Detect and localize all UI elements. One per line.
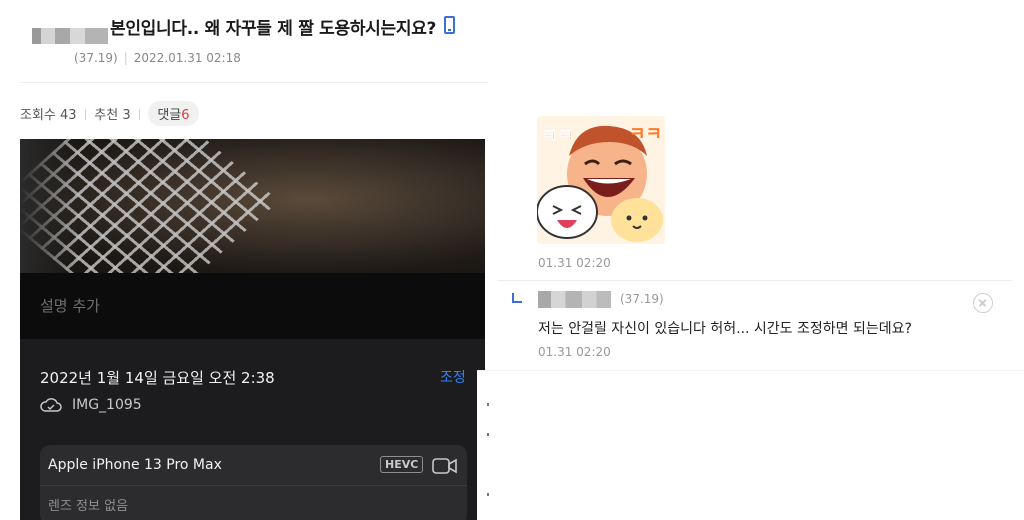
post-header: 본인입니다.. 왜 자꾸들 제 짤 도용하시는지요? (37.19) | 2022.… <box>0 0 490 82</box>
comment-label: 댓글 <box>157 108 182 123</box>
photo-preview <box>20 139 485 330</box>
post-title[interactable]: 본인입니다.. 왜 자꾸들 제 짤 도용하시는지요? <box>110 14 436 39</box>
video-camera-icon <box>432 458 457 474</box>
header-divider <box>20 82 488 83</box>
add-description-label: 설명 추가 <box>40 297 100 315</box>
post-stats: 조회수 43 | 추천 3 | 댓글6 <box>20 101 199 126</box>
device-info-card: Apple iPhone 13 Pro Max HEVC 렌즈 정보 없음 <box>40 445 467 520</box>
format-badge: HEVC <box>380 456 424 473</box>
comment-time: 01.31 02:20 <box>538 256 611 270</box>
photo-shadow <box>20 139 80 273</box>
card-divider <box>40 485 467 486</box>
adjust-button: 조정 <box>440 370 466 386</box>
comment-divider <box>497 280 1012 281</box>
reply-text: 저는 안걸릴 자신이 있습니다 허허... 시간도 조정하면 되는데요? <box>538 321 912 337</box>
sticker-text-right: ㅋㅋ <box>629 124 662 145</box>
speck <box>487 403 489 406</box>
reply-arrow-icon <box>512 293 522 303</box>
lens-info: 렌즈 정보 없음 <box>48 499 129 514</box>
meta-divider: | <box>123 51 128 65</box>
reply-time: 01.31 02:20 <box>538 345 611 359</box>
device-name: Apple iPhone 13 Pro Max <box>48 457 222 473</box>
recommend-count: 추천 3 <box>94 108 131 123</box>
add-description-field: 설명 추가 <box>20 273 485 339</box>
reply-author-ip: (37.19) <box>620 292 664 306</box>
post-image: 설명 추가 2022년 1월 14일 금요일 오전 2:38 조정 IMG_10… <box>20 139 485 520</box>
photo-info-panel: 설명 추가 2022년 1월 14일 금요일 오전 2:38 조정 IMG_10… <box>20 273 485 520</box>
author-ip: (37.19) <box>74 51 118 65</box>
comment-count: 6 <box>181 108 190 123</box>
sticker-image: ㅋㅋ ㅋㅋ <box>537 116 665 244</box>
delete-comment-icon[interactable] <box>973 293 993 313</box>
view-count: 조회수 43 <box>20 108 77 123</box>
stats-divider: | <box>137 107 142 120</box>
empty-comment-area <box>477 370 1024 520</box>
stats-divider: | <box>83 107 88 120</box>
post-date: 2022.01.31 02:18 <box>133 51 241 65</box>
speck <box>487 433 489 436</box>
speck <box>487 493 489 496</box>
comment-count-button[interactable]: 댓글6 <box>148 101 199 126</box>
laughing-sticker-icon: ㅋㅋ ㅋㅋ <box>537 116 665 244</box>
cloud-check-icon <box>40 398 62 412</box>
photo-datetime: 2022년 1월 14일 금요일 오전 2:38 <box>40 369 275 387</box>
author-name-redacted <box>32 28 108 44</box>
reply-author-redacted <box>538 291 611 308</box>
post-meta: (37.19) | 2022.01.31 02:18 <box>74 51 241 65</box>
mobile-phone-icon <box>444 16 455 34</box>
photo-filename: IMG_1095 <box>72 397 142 413</box>
sticker-text-left: ㅋㅋ <box>541 126 574 147</box>
